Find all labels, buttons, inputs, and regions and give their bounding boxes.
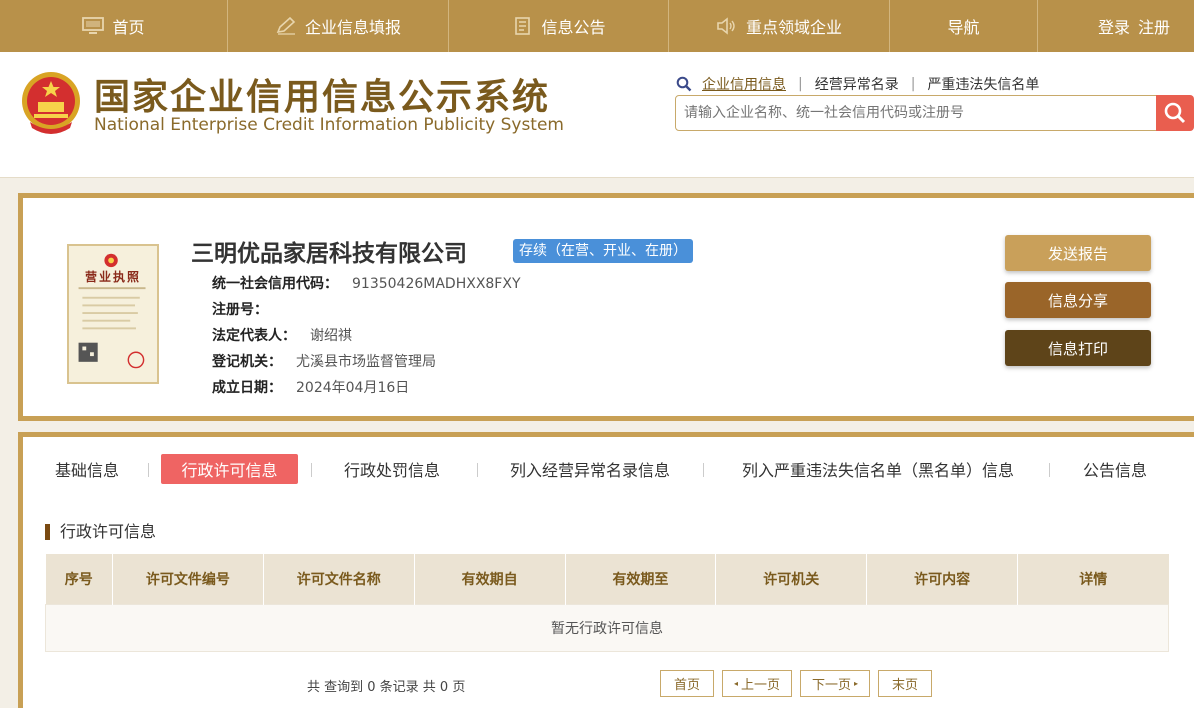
nav-key-enterprises[interactable]: 重点领域企业 bbox=[669, 0, 890, 52]
status-badge: 存续（在营、开业、在册） bbox=[513, 239, 693, 263]
license-title: 营业执照 bbox=[84, 270, 141, 284]
link-blacklist[interactable]: 严重违法失信名单 bbox=[915, 74, 1051, 94]
info-legal-rep: 法定代表人： 谢绍祺 bbox=[212, 328, 352, 344]
nav-navigation-label: 导航 bbox=[947, 18, 980, 37]
company-card: 营业执照 三明优品家居科技有限公司 存续（在营、开业、在册） 统一社会信用代码：… bbox=[18, 193, 1194, 421]
national-emblem-icon bbox=[20, 70, 82, 136]
tab-blacklist[interactable]: 列入严重违法失信名单（黑名单）信息 bbox=[729, 454, 1027, 484]
document-icon bbox=[511, 17, 533, 35]
table-header-row: 序号 许可文件编号 许可文件名称 有效期自 有效期至 许可机关 许可内容 详情 bbox=[45, 554, 1169, 604]
nav-fill-label: 企业信息填报 bbox=[304, 18, 401, 37]
info-credit-code: 统一社会信用代码： 91350426MADHXX8FXY bbox=[212, 276, 521, 292]
speaker-icon bbox=[716, 17, 738, 35]
nav-key-label: 重点领域企业 bbox=[745, 18, 842, 37]
share-info-button[interactable]: 信息分享 bbox=[1005, 282, 1151, 318]
pager-last-button[interactable]: 末页 bbox=[878, 670, 932, 697]
license-table: 序号 许可文件编号 许可文件名称 有效期自 有效期至 许可机关 许可内容 详情 … bbox=[45, 554, 1169, 652]
chevron-right-icon: ▸ bbox=[854, 679, 859, 688]
nav-home[interactable]: 首页 bbox=[0, 0, 228, 52]
chevron-left-icon: ◂ bbox=[733, 679, 738, 688]
tab-basic-info[interactable]: 基础信息 bbox=[45, 454, 129, 484]
site-title: 国家企业信用信息公示系统 bbox=[94, 77, 551, 118]
table-row: 暂无行政许可信息 bbox=[45, 603, 1169, 652]
search-button[interactable] bbox=[1156, 95, 1194, 131]
empty-message: 暂无行政许可信息 bbox=[45, 603, 1169, 652]
info-reg-authority: 登记机关： 尤溪县市场监督管理局 bbox=[212, 354, 436, 370]
pager-info: 共 查询到 0 条记录 共 0 页 bbox=[307, 680, 466, 695]
send-report-button[interactable]: 发送报告 bbox=[1005, 235, 1151, 271]
col-valid-to: 有效期至 bbox=[565, 554, 717, 604]
link-credit-info[interactable]: 企业信用信息 bbox=[702, 74, 798, 94]
company-name: 三明优品家居科技有限公司 bbox=[191, 241, 467, 267]
col-valid-from: 有效期自 bbox=[414, 554, 566, 604]
section-title: 行政许可信息 bbox=[45, 524, 156, 540]
search-input[interactable] bbox=[675, 95, 1157, 131]
nav-navigation[interactable]: 导航 bbox=[890, 0, 1038, 52]
pager-prev-button[interactable]: ◂ 上一页 bbox=[722, 670, 792, 697]
link-abnormal-list[interactable]: 经营异常名录 bbox=[803, 74, 911, 94]
print-info-button[interactable]: 信息打印 bbox=[1005, 330, 1151, 366]
search-type-links: 企业信用信息 | 经营异常名录 | 严重违法失信名单 bbox=[676, 74, 1051, 94]
register-link[interactable]: 注册 bbox=[1138, 14, 1170, 38]
nav-notice[interactable]: 信息公告 bbox=[449, 0, 669, 52]
col-doc-number: 许可文件编号 bbox=[112, 554, 264, 604]
nav-notice-label: 信息公告 bbox=[541, 18, 606, 37]
monitor-icon bbox=[82, 17, 105, 35]
search-icon bbox=[1164, 102, 1186, 124]
tab-admin-penalty[interactable]: 行政处罚信息 bbox=[335, 454, 449, 484]
col-doc-name: 许可文件名称 bbox=[263, 554, 415, 604]
col-detail: 详情 bbox=[1017, 554, 1169, 604]
top-nav: 首页 企业信息填报 信息公告 重点领域企业 导航 登录 注册 bbox=[0, 0, 1194, 52]
pen-icon bbox=[275, 16, 297, 35]
nav-fill[interactable]: 企业信息填报 bbox=[228, 0, 449, 52]
pager-first-button[interactable]: 首页 bbox=[660, 670, 714, 697]
col-content: 许可内容 bbox=[866, 554, 1019, 604]
pager-next-button[interactable]: 下一页 ▸ bbox=[800, 670, 870, 697]
col-authority: 许可机关 bbox=[715, 554, 868, 604]
info-founded-date: 成立日期： 2024年04月16日 bbox=[212, 380, 410, 396]
tab-announcements[interactable]: 公告信息 bbox=[1077, 454, 1153, 484]
info-reg-number: 注册号： bbox=[212, 302, 268, 318]
tab-abnormal-list[interactable]: 列入经营异常名录信息 bbox=[501, 454, 679, 484]
nav-account: 登录 注册 bbox=[1038, 0, 1194, 52]
info-tabs: 基础信息 行政许可信息 行政处罚信息 列入经营异常名录信息 列入严重违法失信名单… bbox=[18, 432, 1194, 496]
license-emblem-icon bbox=[78, 253, 146, 369]
site-header: 国家企业信用信息公示系统 National Enterprise Credit … bbox=[0, 52, 1194, 178]
login-link[interactable]: 登录 bbox=[1098, 14, 1130, 38]
site-title-english: National Enterprise Credit Information P… bbox=[94, 115, 564, 135]
tab-admin-license[interactable]: 行政许可信息 bbox=[161, 454, 298, 484]
nav-home-label: 首页 bbox=[112, 18, 145, 37]
col-index: 序号 bbox=[45, 554, 113, 604]
magnifier-icon bbox=[676, 76, 692, 92]
business-license-image[interactable]: 营业执照 bbox=[67, 244, 159, 384]
license-section: 行政许可信息 序号 许可文件编号 许可文件名称 有效期自 有效期至 许可机关 许… bbox=[18, 496, 1194, 708]
